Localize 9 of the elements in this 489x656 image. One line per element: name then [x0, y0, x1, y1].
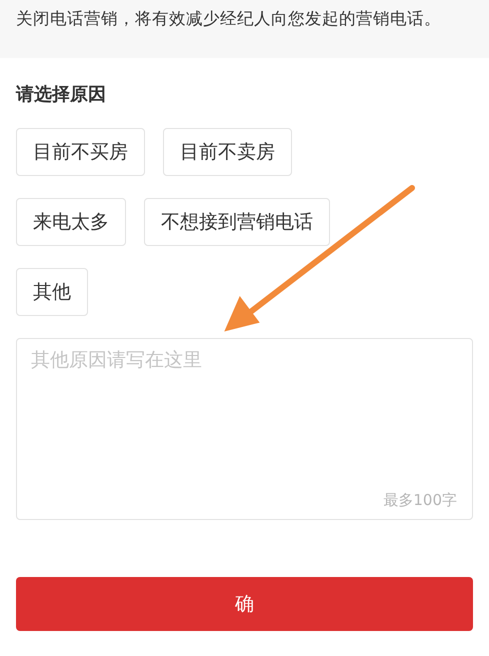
reason-option[interactable]: 不想接到营销电话: [144, 198, 330, 246]
reason-option[interactable]: 其他: [16, 268, 88, 316]
character-limit: 最多100字: [383, 491, 457, 510]
notice-text: 关闭电话营销，将有效减少经纪人向您发起的营销电话。: [16, 8, 442, 30]
section-title: 请选择原因: [16, 83, 107, 107]
reason-option[interactable]: 来电太多: [16, 198, 126, 246]
reason-option[interactable]: 目前不买房: [16, 128, 145, 176]
confirm-button[interactable]: 确: [16, 577, 473, 631]
reason-option[interactable]: 目前不卖房: [163, 128, 292, 176]
